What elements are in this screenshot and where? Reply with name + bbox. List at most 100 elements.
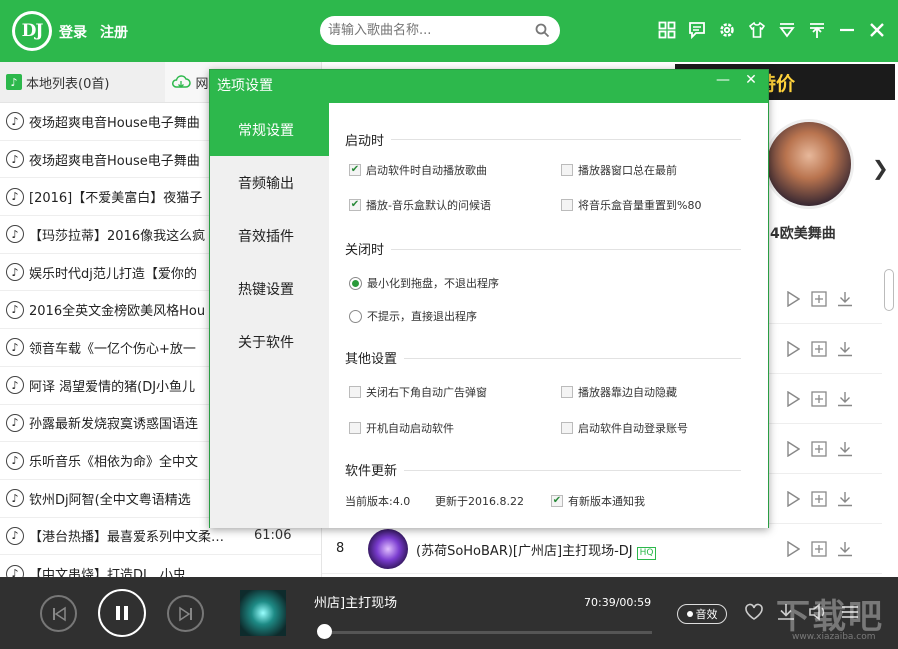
volume-reset-checkbox[interactable] (561, 199, 573, 211)
sound-effect-button[interactable]: 音效 (677, 604, 727, 624)
previous-icon (52, 606, 66, 621)
play-time: 70:39/00:59 (584, 596, 652, 609)
song-title: 【中文串烧】打造DJ…小虫 (29, 568, 186, 577)
song-duration: 61:06 (254, 528, 292, 544)
song-title-text: (苏荷SoHoBAR)[广州店]主打现场-DJ (416, 544, 633, 559)
now-playing-cover[interactable] (240, 590, 286, 636)
row-actions (784, 440, 854, 458)
login-link[interactable]: 登录 (59, 22, 87, 42)
download-icon[interactable] (836, 540, 854, 558)
option-on-top[interactable]: 播放器窗口总在最前 (561, 162, 677, 178)
register-link[interactable]: 注册 (100, 22, 128, 42)
next-button[interactable] (167, 595, 204, 632)
search-icon[interactable] (535, 23, 550, 38)
option-volume-reset[interactable]: 将音乐盒音量重置到%80 (561, 197, 701, 213)
on-top-checkbox[interactable] (561, 164, 573, 176)
close-icon[interactable] (866, 19, 888, 41)
gear-icon[interactable] (716, 19, 738, 41)
search-box (320, 16, 560, 45)
download-icon[interactable] (836, 340, 854, 358)
music-note-icon: ♪ (6, 413, 24, 432)
pause-icon (116, 606, 128, 620)
cloud-icon (172, 75, 192, 88)
dialog-title-bar[interactable]: 选项设置 — ✕ (210, 70, 768, 103)
nav-hotkeys[interactable]: 热键设置 (210, 262, 329, 315)
play-icon[interactable] (784, 290, 802, 308)
download-icon[interactable] (836, 440, 854, 458)
section-close: 关闭时 (345, 243, 385, 258)
option-minimize-tray[interactable]: 最小化到拖盘，不退出程序 (349, 275, 499, 291)
dialog-minimize-icon[interactable]: — (710, 70, 736, 90)
play-icon[interactable] (784, 390, 802, 408)
nav-about[interactable]: 关于软件 (210, 315, 329, 368)
progress-track[interactable] (318, 631, 652, 634)
song-cover (368, 529, 408, 569)
previous-button[interactable] (40, 595, 77, 632)
now-playing-title: 州店]主打现场 (314, 596, 398, 611)
add-icon[interactable] (810, 540, 828, 558)
heart-icon[interactable] (744, 603, 764, 625)
nav-effect-plugins[interactable]: 音效插件 (210, 209, 329, 262)
pin-icon[interactable] (806, 19, 828, 41)
option-auto-start[interactable]: 开机自动启动软件 (349, 420, 454, 436)
download-icon[interactable] (836, 290, 854, 308)
next-arrow-icon[interactable]: ❯ (872, 156, 889, 180)
grid-icon[interactable] (656, 19, 678, 41)
play-icon[interactable] (784, 540, 802, 558)
notify-update-checkbox[interactable]: ✔ (551, 495, 563, 507)
dialog-close-icon[interactable]: ✕ (738, 70, 764, 90)
option-label: 播放器靠边自动隐藏 (578, 386, 677, 399)
option-close-ads[interactable]: 关闭右下角自动广告弹窗 (349, 384, 487, 400)
download-icon[interactable] (836, 490, 854, 508)
music-note-icon: ♪ (6, 376, 24, 395)
row-actions (784, 290, 854, 308)
music-note-icon: ♪ (6, 150, 24, 169)
auto-hide-checkbox[interactable] (561, 386, 573, 398)
music-note-icon: ♪ (6, 225, 24, 244)
app-logo[interactable]: DJ (12, 11, 52, 51)
add-icon[interactable] (810, 340, 828, 358)
option-exit-direct[interactable]: 不提示，直接退出程序 (349, 308, 477, 324)
option-greeting[interactable]: ✔ 播放-音乐盒默认的问候语 (349, 197, 491, 213)
nav-audio-output[interactable]: 音频输出 (210, 156, 329, 209)
play-icon[interactable] (784, 490, 802, 508)
message-icon[interactable] (686, 19, 708, 41)
minimize-icon[interactable] (836, 19, 858, 41)
skin-icon[interactable] (746, 19, 768, 41)
play-pause-button[interactable] (98, 589, 146, 637)
add-icon[interactable] (810, 390, 828, 408)
option-autoplay[interactable]: ✔ 启动软件时自动播放歌曲 (349, 162, 487, 178)
row-actions (784, 340, 854, 358)
auto-login-checkbox[interactable] (561, 422, 573, 434)
auto-start-checkbox[interactable] (349, 422, 361, 434)
option-label: 有新版本通知我 (568, 495, 645, 508)
add-icon[interactable] (810, 490, 828, 508)
add-icon[interactable] (810, 440, 828, 458)
featured-cover[interactable] (764, 119, 854, 209)
minimize-tray-radio[interactable] (349, 276, 362, 290)
add-icon[interactable] (810, 290, 828, 308)
search-input[interactable] (328, 21, 528, 40)
greeting-checkbox[interactable]: ✔ (349, 199, 361, 211)
autoplay-checkbox[interactable]: ✔ (349, 164, 361, 176)
section-update: 软件更新 (345, 464, 398, 479)
progress-knob[interactable] (317, 624, 333, 639)
music-note-icon: ♪ (6, 564, 24, 577)
effect-dot-icon (686, 611, 693, 617)
option-auto-login[interactable]: 启动软件自动登录账号 (561, 420, 688, 436)
option-auto-hide[interactable]: 播放器靠边自动隐藏 (561, 384, 677, 400)
option-notify-update[interactable]: ✔ 有新版本通知我 (551, 493, 645, 509)
song-title: [2016]【不爱美富白】夜猫子 (29, 191, 203, 207)
download-icon[interactable] (836, 390, 854, 408)
mini-mode-icon[interactable] (776, 19, 798, 41)
play-icon[interactable] (784, 440, 802, 458)
scrollbar-thumb[interactable] (884, 269, 894, 311)
featured-title[interactable]: 4欧美舞曲 (770, 223, 836, 243)
table-row[interactable]: 8 (苏荷SoHoBAR)[广州店]主打现场-DJ HQ (322, 524, 882, 574)
tab-local-list[interactable]: ♪ 本地列表(0首) (0, 62, 166, 102)
play-icon[interactable] (784, 340, 802, 358)
nav-general[interactable]: 常规设置 (210, 103, 329, 156)
close-ads-checkbox[interactable] (349, 386, 361, 398)
exit-direct-radio[interactable] (349, 309, 362, 323)
list-item[interactable]: ♪ 【中文串烧】打造DJ…小虫 (0, 555, 321, 577)
